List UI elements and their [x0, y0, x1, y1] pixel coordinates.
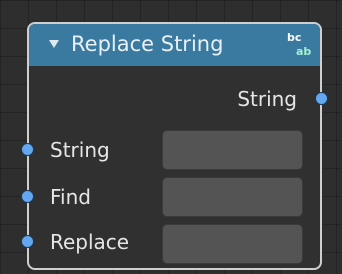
input-socket-string[interactable] [21, 143, 34, 156]
string-input-field[interactable] [162, 130, 303, 170]
string-icon: bc ab [287, 31, 311, 58]
node-title: Replace String [71, 32, 224, 56]
input-socket-replace[interactable] [21, 235, 34, 248]
svg-text:bc: bc [287, 31, 301, 44]
input-label-string: String [50, 138, 110, 162]
node-header[interactable]: Replace String bc ab [29, 24, 320, 66]
replace-input-field[interactable] [162, 224, 303, 264]
input-label-replace: Replace [50, 230, 130, 254]
find-input-field[interactable] [162, 177, 303, 217]
output-label-string: String [237, 87, 297, 111]
input-socket-find[interactable] [21, 190, 34, 203]
replace-string-node[interactable]: Replace String bc ab String String Find … [21, 22, 328, 270]
output-socket-string[interactable] [315, 92, 328, 105]
svg-text:ab: ab [296, 45, 311, 58]
collapse-triangle-icon[interactable] [47, 37, 61, 51]
input-label-find: Find [50, 185, 91, 209]
